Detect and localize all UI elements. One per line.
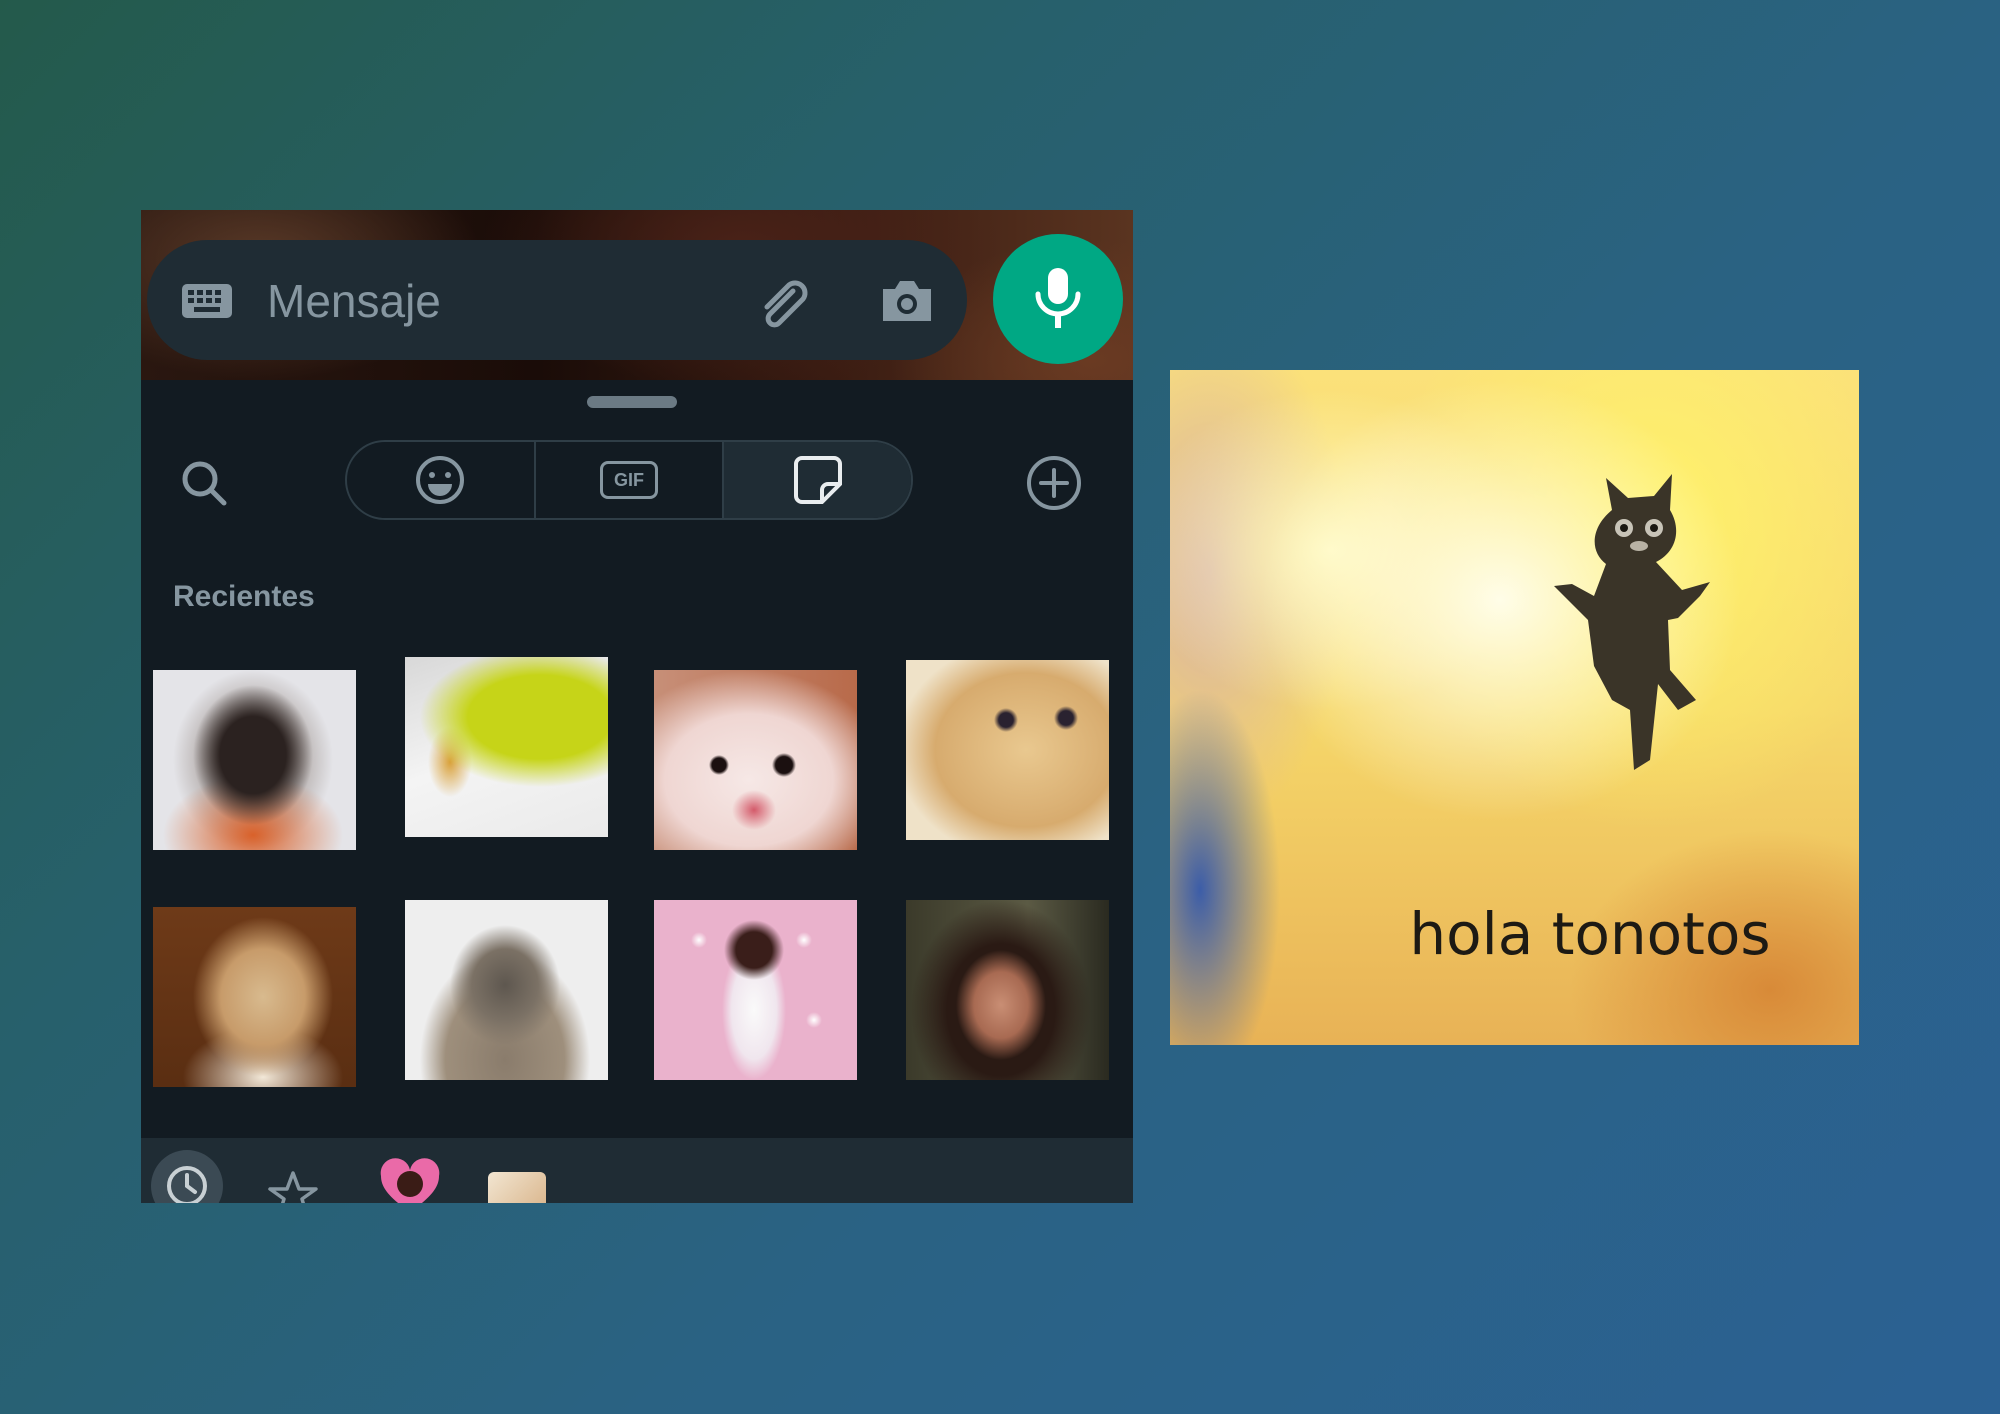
heart-sticker-pack[interactable]: [377, 1158, 443, 1203]
drag-handle[interactable]: [587, 396, 677, 408]
seal-sticker[interactable]: [405, 900, 608, 1080]
camera-icon[interactable]: [877, 273, 937, 329]
monkey-sticker[interactable]: [153, 670, 356, 850]
star-icon[interactable]: [267, 1170, 319, 1203]
whatsapp-keyboard-panel: Mensaje GIF Recientes: [141, 210, 1133, 1203]
dog-sticker[interactable]: [153, 907, 356, 1087]
emoji-icon: [416, 456, 465, 504]
tab-stickers[interactable]: [724, 442, 911, 518]
message-input[interactable]: Mensaje: [267, 276, 441, 326]
woman-sticker[interactable]: [906, 900, 1109, 1080]
orange-cat-sticker[interactable]: [906, 660, 1109, 840]
section-title: Recientes: [173, 580, 315, 613]
add-sticker-pack-icon[interactable]: [1025, 454, 1083, 512]
tab-gif[interactable]: GIF: [536, 442, 725, 518]
paperclip-icon[interactable]: [753, 273, 817, 333]
dancing-character-sticker[interactable]: [654, 900, 857, 1080]
baby-monkey-sticker[interactable]: [405, 657, 608, 837]
meme-caption: hola tonotos: [1409, 900, 1771, 968]
sticker-pack-bar: [141, 1138, 1133, 1203]
keyboard-icon[interactable]: [181, 283, 233, 319]
clock-icon: [167, 1166, 207, 1203]
dancing-cat-figure: [1554, 474, 1710, 770]
voice-message-button[interactable]: [993, 234, 1123, 364]
gif-label: GIF: [600, 461, 658, 499]
recent-stickers-tab[interactable]: [151, 1150, 223, 1203]
sticker-pack-thumbnail[interactable]: [488, 1172, 546, 1203]
message-composer[interactable]: Mensaje: [147, 240, 967, 360]
search-icon[interactable]: [179, 458, 229, 508]
sticker-icon: [793, 456, 842, 504]
tab-emoji[interactable]: [347, 442, 536, 518]
picker-tabs: GIF: [345, 440, 913, 520]
white-kitten-sticker[interactable]: [654, 670, 857, 850]
microphone-icon: [1035, 268, 1081, 328]
meme-image: hola tonotos: [1170, 370, 1859, 1045]
